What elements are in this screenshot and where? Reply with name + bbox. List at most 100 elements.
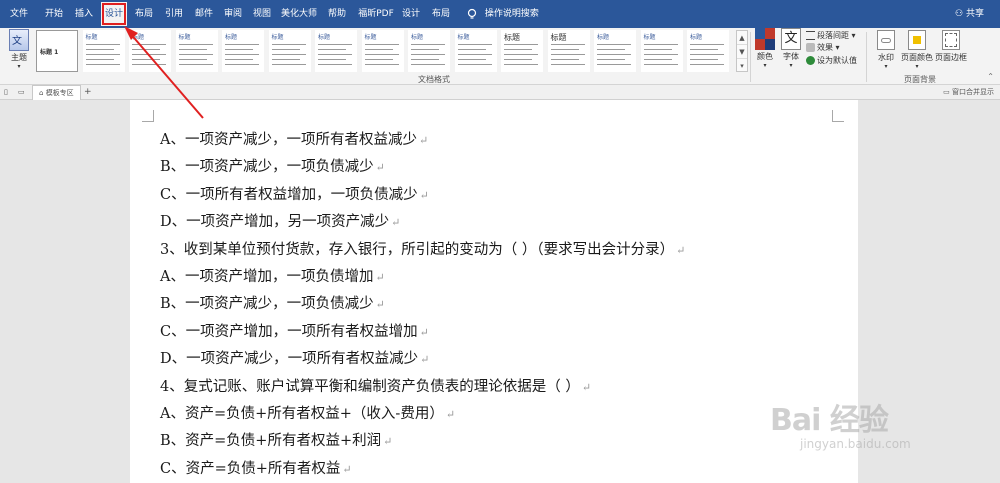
scroll-down-icon[interactable]: ▼ <box>737 45 747 59</box>
tab-7[interactable]: 审阅 <box>219 0 247 28</box>
watermark-icon <box>877 30 895 50</box>
style-set-thumbnail[interactable]: 标题 <box>268 30 311 72</box>
style-preview-line <box>364 64 399 65</box>
style-set-thumbnail[interactable]: 标题 <box>222 30 264 72</box>
style-set-title: 标题 <box>504 33 520 42</box>
style-set-thumbnail[interactable]: 标题 <box>501 30 543 72</box>
style-set-thumbnail[interactable]: 标题 <box>361 30 404 72</box>
chevron-down-icon: ▾ <box>763 62 767 69</box>
divider <box>866 32 867 82</box>
style-preview-line <box>318 64 352 65</box>
paragraph-mark-icon: ↵ <box>419 325 429 339</box>
tab-9[interactable]: 美化大师 <box>278 0 320 28</box>
tab-10[interactable]: 帮助 <box>323 0 351 28</box>
style-preview-line <box>85 54 120 55</box>
gallery-scroll[interactable]: ▲ ▼ ▾ <box>736 30 748 72</box>
style-preview-line <box>550 44 585 45</box>
style-preview-line <box>690 54 724 55</box>
tab-13[interactable]: 布局 <box>427 0 455 28</box>
tab-0[interactable]: 文件 <box>4 0 34 28</box>
document-paragraph: C、一项资产增加，一项所有者权益增加 ↵ <box>160 320 429 341</box>
style-preview-line <box>318 49 346 50</box>
style-set-title: 标题 <box>411 34 424 41</box>
style-preview-line <box>550 54 585 55</box>
watermark-button[interactable]: 水印 ▾ <box>872 28 900 76</box>
share-label: 共享 <box>965 9 984 19</box>
style-preview-line <box>457 49 486 50</box>
style-set-thumbnail[interactable]: 标题 <box>640 30 683 72</box>
style-preview-line <box>457 54 492 55</box>
paragraph-mark-icon: ↵ <box>420 353 430 367</box>
tell-me-search[interactable]: 操作说明搜索 <box>466 0 539 28</box>
collapse-ribbon-icon[interactable]: ⌃ <box>987 72 994 81</box>
colors-label: 颜色 <box>757 52 773 61</box>
fonts-icon: 文 <box>781 28 801 50</box>
set-as-default-button[interactable]: 设为默认值 <box>806 55 857 66</box>
chevron-down-icon: ▾ <box>17 63 21 70</box>
themes-button[interactable]: 文 主题 ▾ <box>4 28 34 76</box>
paragraph-mark-icon: ↵ <box>375 161 385 175</box>
style-preview-line <box>178 59 207 60</box>
tab-5[interactable]: 引用 <box>160 0 188 28</box>
window-merge-toggle[interactable]: ▭ 窗口合并显示 <box>943 85 994 100</box>
paragraph-spacing-button[interactable]: 段落间距 ▾ <box>806 30 856 41</box>
tab-12[interactable]: 设计 <box>398 0 424 28</box>
tab-11[interactable]: 福昕PDF <box>355 0 397 28</box>
style-set-thumbnail[interactable]: 标题 <box>82 30 125 72</box>
style-preview-line <box>457 59 486 60</box>
page-borders-button[interactable]: 页面边框 <box>934 28 968 76</box>
document-tab-strip: ▯ ▭ ⌂ 模板专区 + ▭ 窗口合并显示 <box>0 85 1000 100</box>
margin-corner-mark <box>142 110 154 122</box>
style-set-title: 标题 <box>597 34 610 41</box>
style-preview-line <box>132 54 166 55</box>
fonts-button[interactable]: 文 字体 ▾ <box>778 28 804 76</box>
style-set-thumbnail[interactable]: 标题 1 <box>36 30 78 72</box>
style-preview-line <box>597 54 631 55</box>
paragraph-text: A、一项资产增加，一项负债增加 <box>160 269 374 285</box>
style-preview-line <box>271 44 306 45</box>
margin-corner-mark <box>832 110 844 122</box>
style-set-thumbnail[interactable]: 标题 <box>687 30 729 72</box>
tab-8[interactable]: 视图 <box>248 0 276 28</box>
home-icon: ⌂ <box>39 89 44 97</box>
set-as-default-label: 设为默认值 <box>817 56 857 65</box>
tab-template-zone[interactable]: ⌂ 模板专区 <box>32 85 81 100</box>
page-color-button[interactable]: 页面颜色 ▾ <box>900 28 934 76</box>
check-icon <box>806 56 815 65</box>
watermark-label: 水印 <box>878 53 894 62</box>
tab-1[interactable]: 开始 <box>40 0 68 28</box>
tab-6[interactable]: 邮件 <box>190 0 218 28</box>
scroll-up-icon[interactable]: ▲ <box>737 31 747 45</box>
paragraph-spacing-icon <box>806 31 815 40</box>
folder-icon[interactable]: ▭ <box>18 85 25 100</box>
style-set-title: 标题 <box>318 34 331 41</box>
document-paragraph: B、一项资产减少，一项负债减少 ↵ <box>160 292 385 313</box>
add-tab-button[interactable]: + <box>84 85 92 100</box>
style-set-thumbnail[interactable]: 标题 <box>315 30 357 72</box>
document-paragraph: A、资产=负债+所有者权益+（收入-费用） ↵ <box>160 402 455 423</box>
style-set-thumbnail[interactable]: 标题 <box>547 30 590 72</box>
tab-4[interactable]: 布局 <box>130 0 158 28</box>
new-doc-icon[interactable]: ▯ <box>4 85 8 100</box>
paragraph-mark-icon: ↵ <box>676 243 686 257</box>
share-button[interactable]: ⚇ 共享 <box>955 0 984 28</box>
style-set-thumbnail[interactable]: 标题 <box>454 30 497 72</box>
effects-button[interactable]: 效果 ▾ <box>806 42 840 53</box>
style-preview-line <box>178 54 213 55</box>
style-set-thumbnail[interactable]: 标题 <box>175 30 218 72</box>
style-preview-line <box>85 49 114 50</box>
paragraph-mark-icon: ↵ <box>418 134 429 147</box>
paragraph-text: A、一项资产减少，一项所有者权益减少 <box>160 132 417 148</box>
paragraph-mark-icon: ↵ <box>383 435 393 449</box>
colors-button[interactable]: 颜色 ▾ <box>752 28 778 76</box>
style-set-thumbnail[interactable]: 标题 <box>129 30 171 72</box>
gallery-more-icon[interactable]: ▾ <box>737 59 747 73</box>
tab-3[interactable]: 设计 <box>101 2 127 26</box>
style-set-thumbnail[interactable]: 标题 <box>594 30 636 72</box>
style-set-thumbnail[interactable]: 标题 <box>408 30 450 72</box>
paragraph-text: B、一项资产减少，一项负债减少 <box>160 296 374 313</box>
style-preview-line <box>271 49 300 50</box>
document-paragraph: B、一项资产减少，一项负债减少 ↵ <box>160 155 385 176</box>
document-page[interactable]: A、一项资产减少，一项所有者权益减少 ↵ B、一项资产减少，一项负债减少 ↵ C、一项所… <box>130 100 858 483</box>
tab-2[interactable]: 插入 <box>70 0 98 28</box>
